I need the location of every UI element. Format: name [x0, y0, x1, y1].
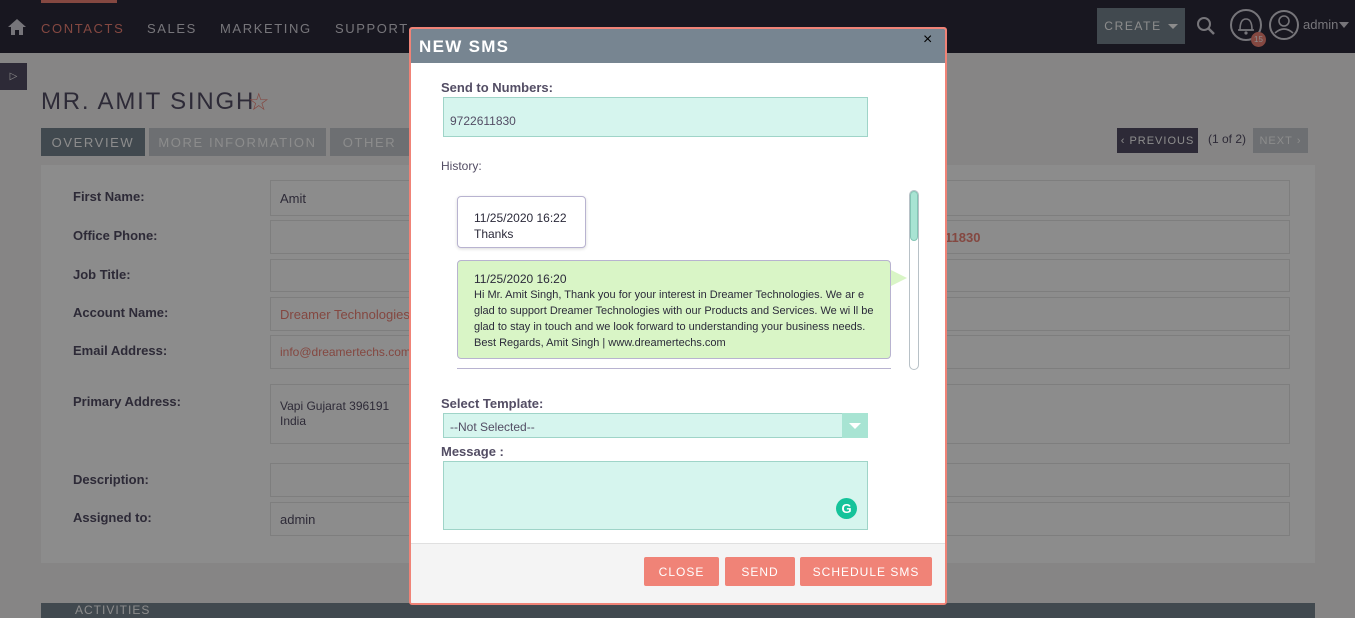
- message-timestamp: 11/25/2020 16:22: [474, 211, 567, 225]
- close-button[interactable]: CLOSE: [644, 557, 719, 586]
- dialog-header: NEW SMS ×: [411, 29, 945, 63]
- send-button[interactable]: SEND: [725, 557, 795, 586]
- message-textarea[interactable]: [443, 461, 868, 530]
- incoming-bubble-arrow: [441, 208, 457, 224]
- template-selected-value: --Not Selected--: [450, 420, 535, 434]
- next-message-peek: [457, 368, 891, 371]
- send-to-numbers-field[interactable]: 9722611830: [443, 97, 868, 137]
- message-text: Thanks: [474, 227, 514, 241]
- select-template-label: Select Template:: [441, 396, 544, 411]
- grammarly-icon[interactable]: G: [836, 498, 857, 519]
- template-select-toggle[interactable]: [842, 413, 868, 438]
- scrollbar-thumb[interactable]: [910, 191, 918, 241]
- send-to-numbers-value: 9722611830: [450, 114, 516, 128]
- template-select[interactable]: --Not Selected--: [443, 413, 868, 438]
- outgoing-message: 11/25/2020 16:20 Hi Mr. Amit Singh, Than…: [457, 260, 891, 359]
- message-label: Message :: [441, 444, 504, 459]
- incoming-message: 11/25/2020 16:22 Thanks: [457, 196, 586, 248]
- message-timestamp: 11/25/2020 16:20: [474, 272, 567, 286]
- history-label: History:: [441, 159, 482, 173]
- dialog-title: NEW SMS: [419, 37, 510, 56]
- outgoing-bubble-arrow: [891, 270, 907, 286]
- send-to-numbers-label: Send to Numbers:: [441, 80, 553, 95]
- sms-history-list[interactable]: 11/25/2020 16:22 Thanks 11/25/2020 16:20…: [439, 184, 919, 371]
- schedule-sms-button[interactable]: SCHEDULE SMS: [800, 557, 932, 586]
- close-icon[interactable]: ×: [923, 31, 932, 49]
- new-sms-dialog: NEW SMS × Send to Numbers: 9722611830 Hi…: [409, 27, 947, 605]
- message-text: Hi Mr. Amit Singh, Thank you for your in…: [474, 289, 874, 349]
- history-scrollbar[interactable]: [909, 190, 919, 370]
- chevron-down-icon: [849, 422, 861, 429]
